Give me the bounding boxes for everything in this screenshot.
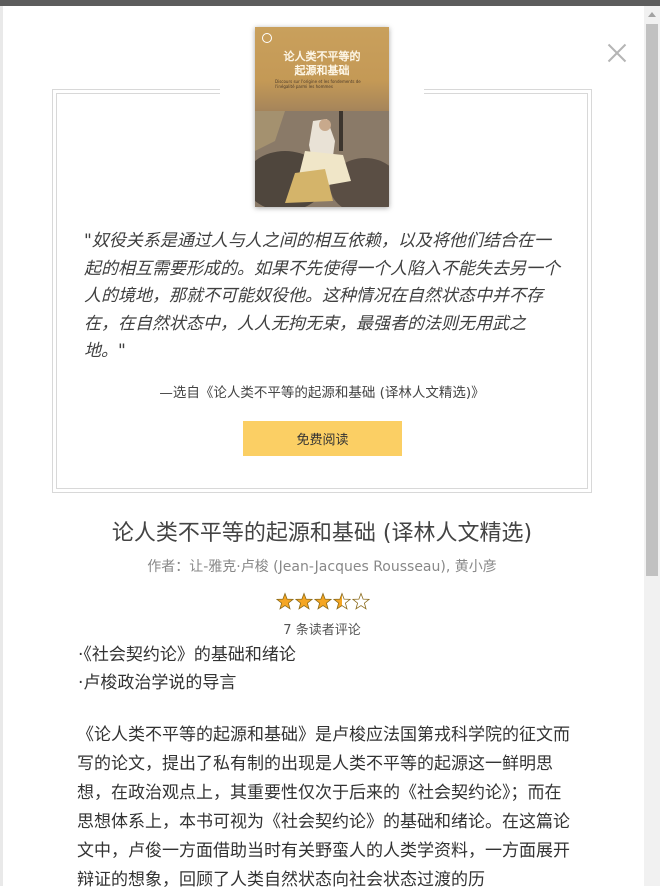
free-read-button[interactable]: 免费阅读 [243, 421, 402, 456]
book-title: 论人类不平等的起源和基础 (译林人文精选) [111, 521, 533, 546]
star-icon [294, 592, 314, 610]
book-authors[interactable]: 作者：让-雅克·卢梭 (Jean-Jacques Rousseau), 黄小彦 [0, 556, 644, 576]
close-icon[interactable] [602, 38, 632, 68]
window-top-bar [0, 0, 660, 6]
toc-item: ·《社会契约论》的基础和绪论 [78, 645, 296, 665]
star-icon [332, 592, 352, 610]
publisher-logo-icon [262, 33, 272, 43]
scrollbar-thumb[interactable] [646, 24, 658, 576]
scrollbar[interactable] [644, 6, 660, 886]
left-edge [0, 6, 3, 886]
cover-subtitle: Discours sur l'origine et les fondements… [275, 79, 361, 89]
scroll-up-arrow-icon[interactable] [648, 12, 656, 17]
review-count[interactable]: 7 条读者评论 [0, 619, 644, 638]
book-quote: "奴役关系是通过人与人之间的相互依赖，以及将他们结合在一起的相互需要形成的。如果… [84, 231, 560, 361]
cover-title: 论人类不平等的 起源和基础 [255, 50, 389, 78]
cover-title-line2: 起源和基础 [294, 64, 350, 77]
rating-stars [276, 592, 370, 610]
cover-painting-image [255, 111, 389, 207]
star-icon [276, 592, 295, 610]
book-description: 《论人类不平等的起源和基础》是卢梭应法国第戎科学院的征文而写的论文，提出了私有制… [77, 725, 570, 890]
toc-item: ·卢梭政治学说的导言 [78, 673, 237, 693]
star-icon [313, 592, 333, 610]
star-icon [351, 592, 370, 610]
quote-source: —选自《论人类不平等的起源和基础 (译林人文精选)》 [159, 385, 485, 401]
cover-title-line1: 论人类不平等的 [283, 50, 361, 63]
book-cover[interactable]: 论人类不平等的 起源和基础 Discours sur l'origine et … [255, 27, 389, 207]
